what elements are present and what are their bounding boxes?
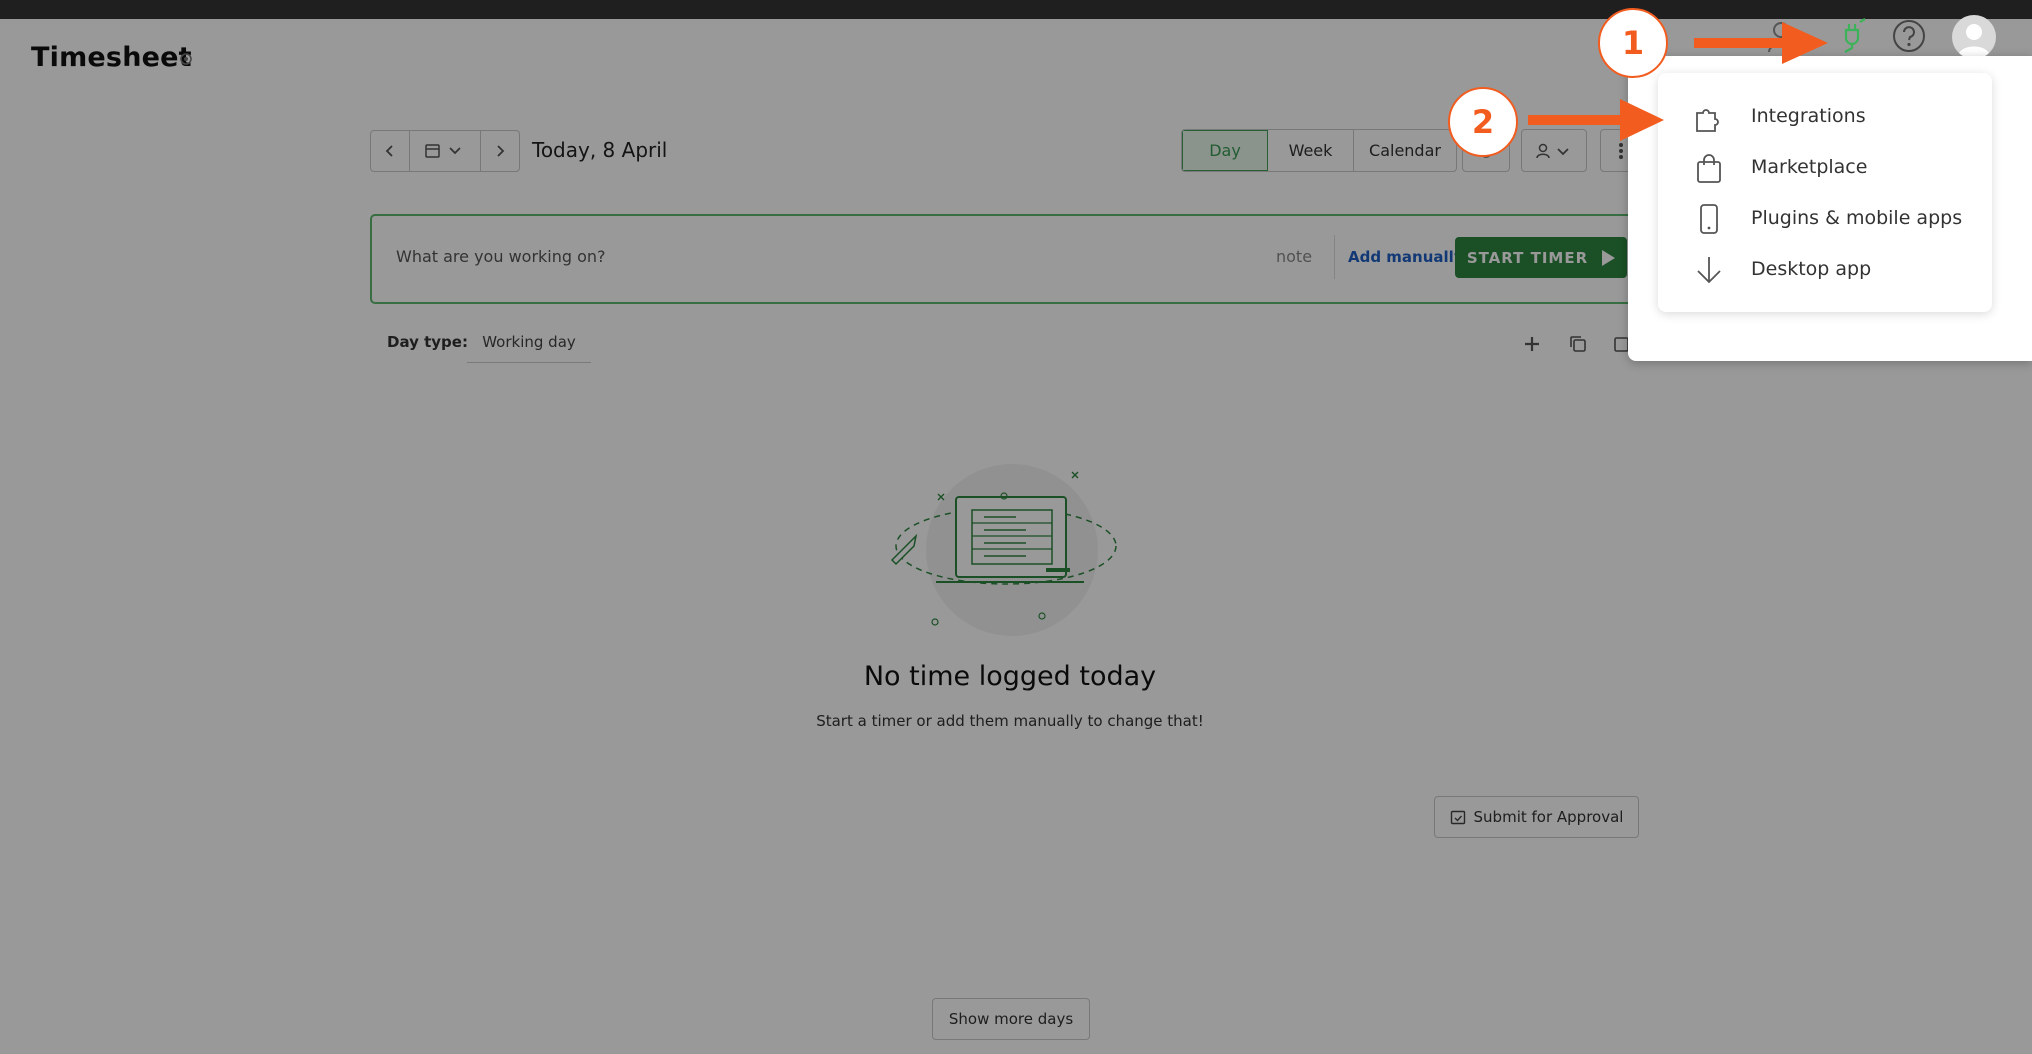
- bag-icon: [1697, 154, 1721, 183]
- menu-item-label: Integrations: [1751, 105, 1866, 127]
- menu-item-marketplace[interactable]: Marketplace: [1658, 142, 1992, 192]
- menu-item-integrations[interactable]: Integrations: [1658, 91, 1992, 141]
- avatar[interactable]: [1952, 15, 1996, 59]
- puzzle-icon: [1696, 109, 1719, 132]
- download-icon: [1697, 257, 1721, 284]
- plug-icon[interactable]: [1836, 18, 1868, 54]
- menu-item-label: Plugins & mobile apps: [1751, 207, 1963, 229]
- annotation-step-2: 2: [1448, 87, 1518, 157]
- help-icon[interactable]: [1892, 19, 1926, 53]
- annotation-arrow-2: [1528, 99, 1664, 141]
- annotation-step-1: 1: [1598, 8, 1668, 78]
- menu-item-label: Marketplace: [1751, 156, 1868, 178]
- menu-item-plugins-mobile-apps[interactable]: Plugins & mobile apps: [1658, 193, 1992, 243]
- phone-icon: [1700, 204, 1718, 234]
- annotation-arrow-1: [1694, 22, 1828, 64]
- menu-item-desktop-app[interactable]: Desktop app: [1658, 244, 1992, 294]
- browser-top-bar: [0, 0, 2032, 19]
- integrations-menu: Integrations Marketplace Plugins & mobil…: [1658, 73, 1992, 312]
- menu-item-label: Desktop app: [1751, 258, 1872, 280]
- user-avatar-icon: [1958, 24, 1990, 57]
